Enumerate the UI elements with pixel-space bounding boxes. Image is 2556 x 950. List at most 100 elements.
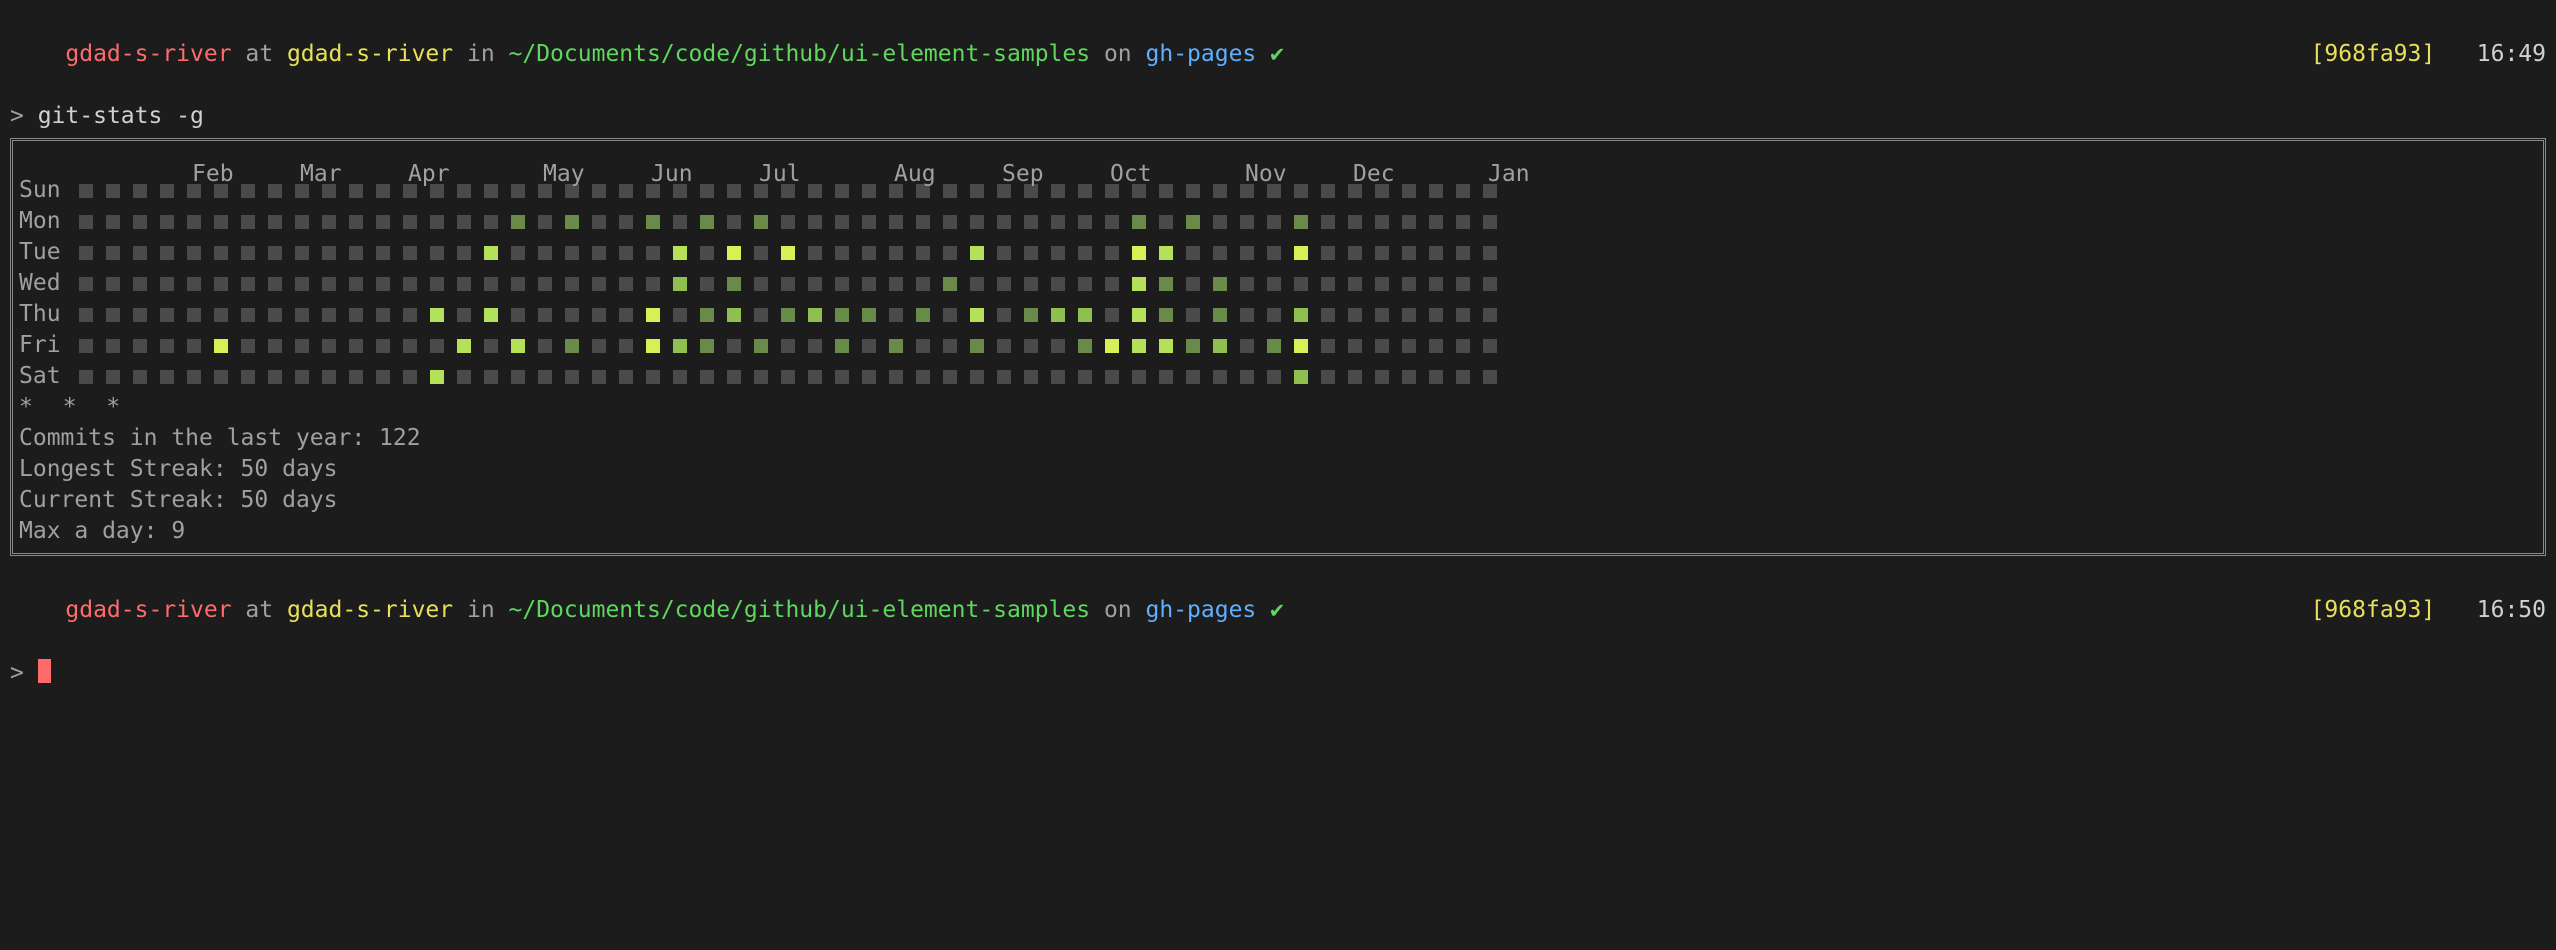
contribution-cell — [268, 308, 282, 322]
contribution-cell — [1078, 308, 1092, 322]
cells-container — [79, 308, 1497, 322]
contribution-cell — [592, 308, 606, 322]
contribution-cell — [862, 370, 876, 384]
contribution-cell — [1078, 277, 1092, 291]
contribution-cell — [592, 277, 606, 291]
calendar-row: Sat — [19, 361, 2537, 392]
contribution-cell — [160, 277, 174, 291]
contribution-cell — [268, 215, 282, 229]
contribution-cell — [106, 277, 120, 291]
contribution-cell — [1078, 215, 1092, 229]
contribution-cell — [1321, 370, 1335, 384]
contribution-cell — [1483, 277, 1497, 291]
contribution-cell — [700, 339, 714, 353]
contribution-cell — [565, 339, 579, 353]
contribution-cell — [673, 339, 687, 353]
contribution-cell — [268, 184, 282, 198]
contribution-cell — [484, 370, 498, 384]
contribution-cell — [1267, 215, 1281, 229]
contribution-cell — [268, 277, 282, 291]
contribution-cell — [376, 184, 390, 198]
git-hash: [968fa93] — [2311, 41, 2436, 67]
contribution-cell — [619, 246, 633, 260]
contribution-cell — [889, 277, 903, 291]
contribution-cell — [484, 215, 498, 229]
contribution-cell — [808, 370, 822, 384]
contribution-cell — [619, 370, 633, 384]
contribution-cell — [1132, 308, 1146, 322]
contribution-cell — [592, 246, 606, 260]
contribution-cell — [160, 184, 174, 198]
contribution-cell — [1024, 215, 1038, 229]
contribution-cell — [511, 339, 525, 353]
contribution-cell — [349, 184, 363, 198]
contribution-cell — [457, 308, 471, 322]
contribution-cell — [1024, 308, 1038, 322]
contribution-cell — [376, 308, 390, 322]
contribution-cell — [1402, 184, 1416, 198]
contribution-cell — [808, 215, 822, 229]
contribution-cell — [214, 215, 228, 229]
contribution-cell — [241, 246, 255, 260]
contribution-cell — [1078, 246, 1092, 260]
contribution-cell — [835, 308, 849, 322]
contribution-cell — [1402, 370, 1416, 384]
contribution-cell — [1213, 215, 1227, 229]
contribution-cell — [457, 215, 471, 229]
contribution-cell — [1321, 246, 1335, 260]
contribution-cell — [700, 246, 714, 260]
contribution-cell — [295, 370, 309, 384]
contribution-cell — [943, 339, 957, 353]
contribution-cell — [970, 184, 984, 198]
contribution-cell — [1294, 184, 1308, 198]
contribution-cell — [646, 308, 660, 322]
contribution-cell — [673, 246, 687, 260]
contribution-cell — [997, 215, 1011, 229]
contribution-cell — [241, 339, 255, 353]
contribution-cell — [1024, 277, 1038, 291]
contribution-cell — [295, 308, 309, 322]
contribution-cell — [646, 339, 660, 353]
contribution-cell — [1483, 370, 1497, 384]
stat-longest-streak: Longest Streak: 50 days — [19, 454, 2537, 485]
contribution-cell — [1159, 370, 1173, 384]
contribution-cell — [1267, 308, 1281, 322]
contribution-cell — [538, 308, 552, 322]
contribution-cell — [430, 339, 444, 353]
contribution-cell — [1483, 339, 1497, 353]
contribution-cell — [1051, 277, 1065, 291]
contribution-cell — [214, 246, 228, 260]
contribution-cell — [1051, 215, 1065, 229]
contribution-cell — [349, 215, 363, 229]
contribution-cell — [970, 277, 984, 291]
stat-current-streak: Current Streak: 50 days — [19, 485, 2537, 516]
contribution-cell — [916, 339, 930, 353]
contribution-cell — [592, 184, 606, 198]
contribution-cell — [565, 308, 579, 322]
cells-container — [79, 246, 1497, 260]
contribution-cell — [754, 308, 768, 322]
contribution-cell — [781, 215, 795, 229]
contribution-cell — [133, 215, 147, 229]
calendar-row: Fri — [19, 330, 2537, 361]
contribution-cell — [457, 339, 471, 353]
day-label: Wed — [19, 268, 79, 299]
contribution-cell — [133, 246, 147, 260]
prompt-path: ~/Documents/code/github/ui-element-sampl… — [509, 41, 1091, 67]
contribution-cell — [835, 339, 849, 353]
contribution-cell — [1240, 339, 1254, 353]
contribution-cell — [1348, 339, 1362, 353]
contribution-cell — [889, 339, 903, 353]
contribution-cell — [754, 215, 768, 229]
contribution-cell — [754, 246, 768, 260]
contribution-cell — [889, 246, 903, 260]
contribution-cell — [1213, 370, 1227, 384]
cursor-block — [38, 659, 51, 683]
command-line-2[interactable]: > — [10, 658, 2546, 689]
contribution-cell — [160, 308, 174, 322]
contribution-cell — [214, 339, 228, 353]
contribution-cell — [295, 246, 309, 260]
contribution-cell — [592, 215, 606, 229]
contribution-cell — [79, 184, 93, 198]
prompt-in: in — [453, 41, 508, 67]
